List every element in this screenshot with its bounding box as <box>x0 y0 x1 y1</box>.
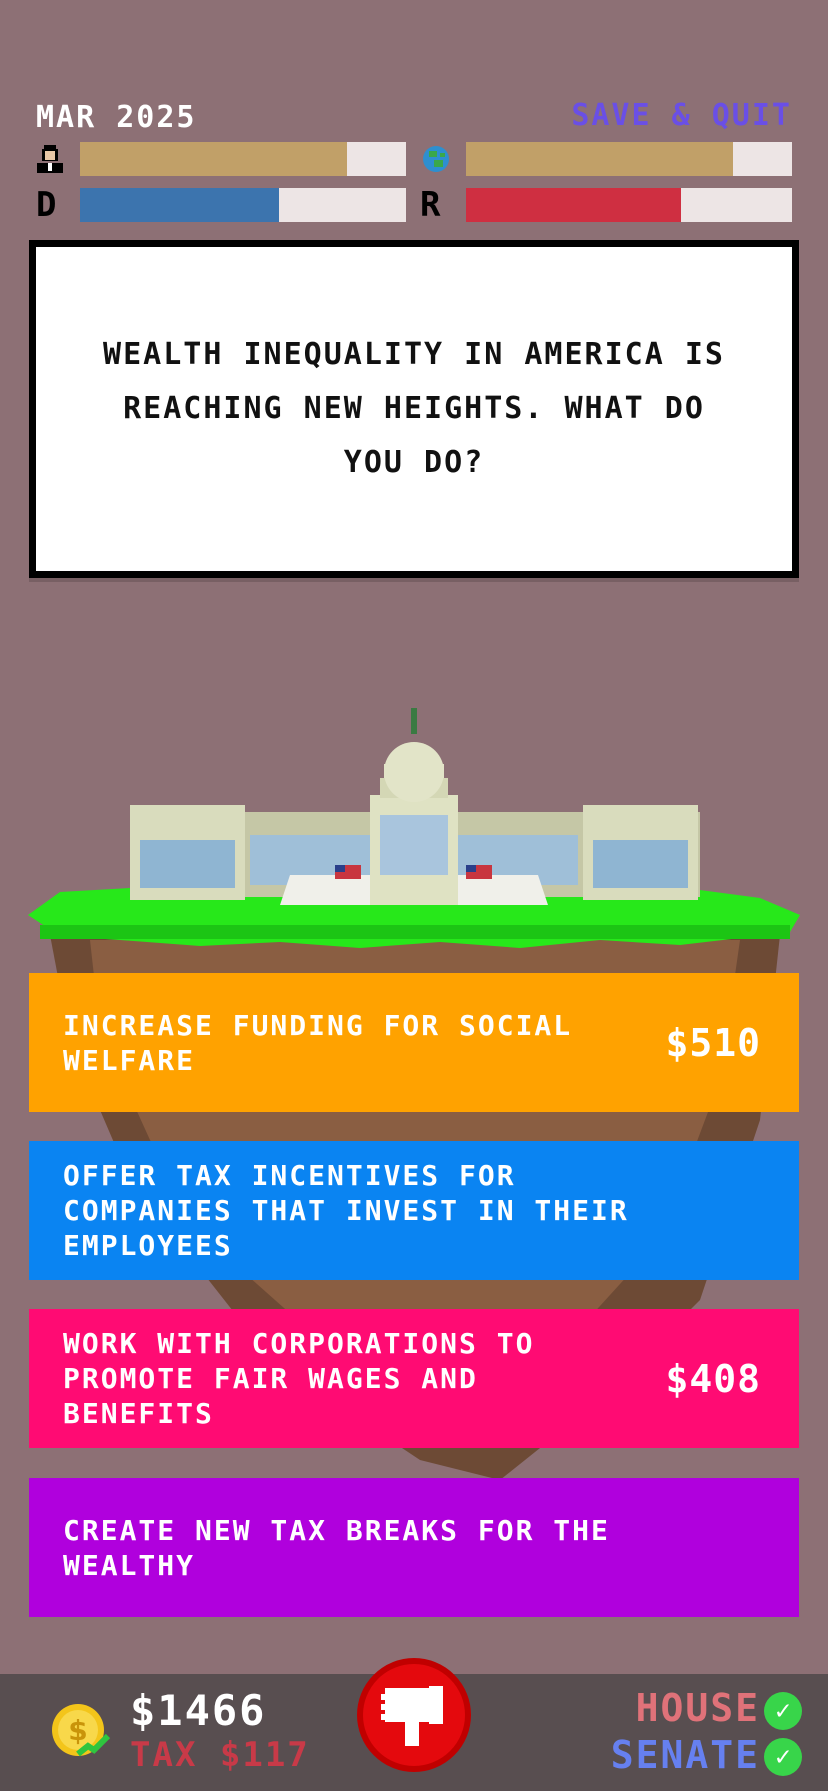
option-button-4[interactable]: CREATE NEW TAX BREAKS FOR THE WEALTHY <box>29 1478 799 1617</box>
save-quit-button[interactable]: SAVE & QUIT <box>571 98 792 133</box>
option-4-text: CREATE NEW TAX BREAKS FOR THE WEALTHY <box>63 1513 610 1582</box>
money-balance: $1466 <box>130 1686 267 1735</box>
approval-meter <box>80 142 406 176</box>
senate-status-label: SENATE <box>610 1733 760 1777</box>
game-screen: MAR 2025 SAVE & QUIT D R WEALTH INEQUALI… <box>0 0 828 1791</box>
option-button-1[interactable]: INCREASE FUNDING FOR SOCIAL WELFARE $510 <box>29 973 799 1112</box>
world-meter <box>466 142 792 176</box>
option-3-text: WORK WITH CORPORATIONS TO PROMOTE FAIR W… <box>63 1327 535 1430</box>
prompt-text: WEALTH INEQUALITY IN AMERICA IS REACHING… <box>103 337 725 480</box>
option-button-3[interactable]: WORK WITH CORPORATIONS TO PROMOTE FAIR W… <box>29 1309 799 1448</box>
world-meter-fill <box>466 142 734 176</box>
senate-check-icon: ✓ <box>764 1738 802 1776</box>
thumbs-down-icon <box>381 1686 443 1746</box>
thumbs-down-button[interactable] <box>357 1658 471 1772</box>
approval-meter-fill <box>80 142 348 176</box>
option-button-2[interactable]: OFFER TAX INCENTIVES FOR COMPANIES THAT … <box>29 1141 799 1280</box>
meter-row-top <box>34 142 794 176</box>
house-check-icon: ✓ <box>764 1692 802 1730</box>
option-2-text: OFFER TAX INCENTIVES FOR COMPANIES THAT … <box>63 1159 629 1262</box>
republican-meter <box>466 188 792 222</box>
coin-icon: $ <box>52 1704 111 1757</box>
democrat-meter-fill <box>80 188 279 222</box>
globe-icon <box>420 142 456 176</box>
option-1-text: INCREASE FUNDING FOR SOCIAL WELFARE <box>63 1008 573 1077</box>
house-status-label: HOUSE <box>635 1686 760 1730</box>
democrat-label: D <box>36 185 57 225</box>
tax-amount: TAX $117 <box>130 1735 310 1775</box>
current-date: MAR 2025 <box>36 100 197 135</box>
republican-label: R <box>420 185 441 225</box>
svg-text:$: $ <box>68 1714 87 1747</box>
option-3-cost: $408 <box>665 1356 761 1401</box>
prompt-card: WEALTH INEQUALITY IN AMERICA IS REACHING… <box>29 240 799 578</box>
democrat-meter <box>80 188 406 222</box>
option-1-cost: $510 <box>665 1020 761 1065</box>
person-icon <box>34 142 70 176</box>
republican-meter-fill <box>466 188 682 222</box>
meter-row-bottom: D R <box>34 188 794 222</box>
